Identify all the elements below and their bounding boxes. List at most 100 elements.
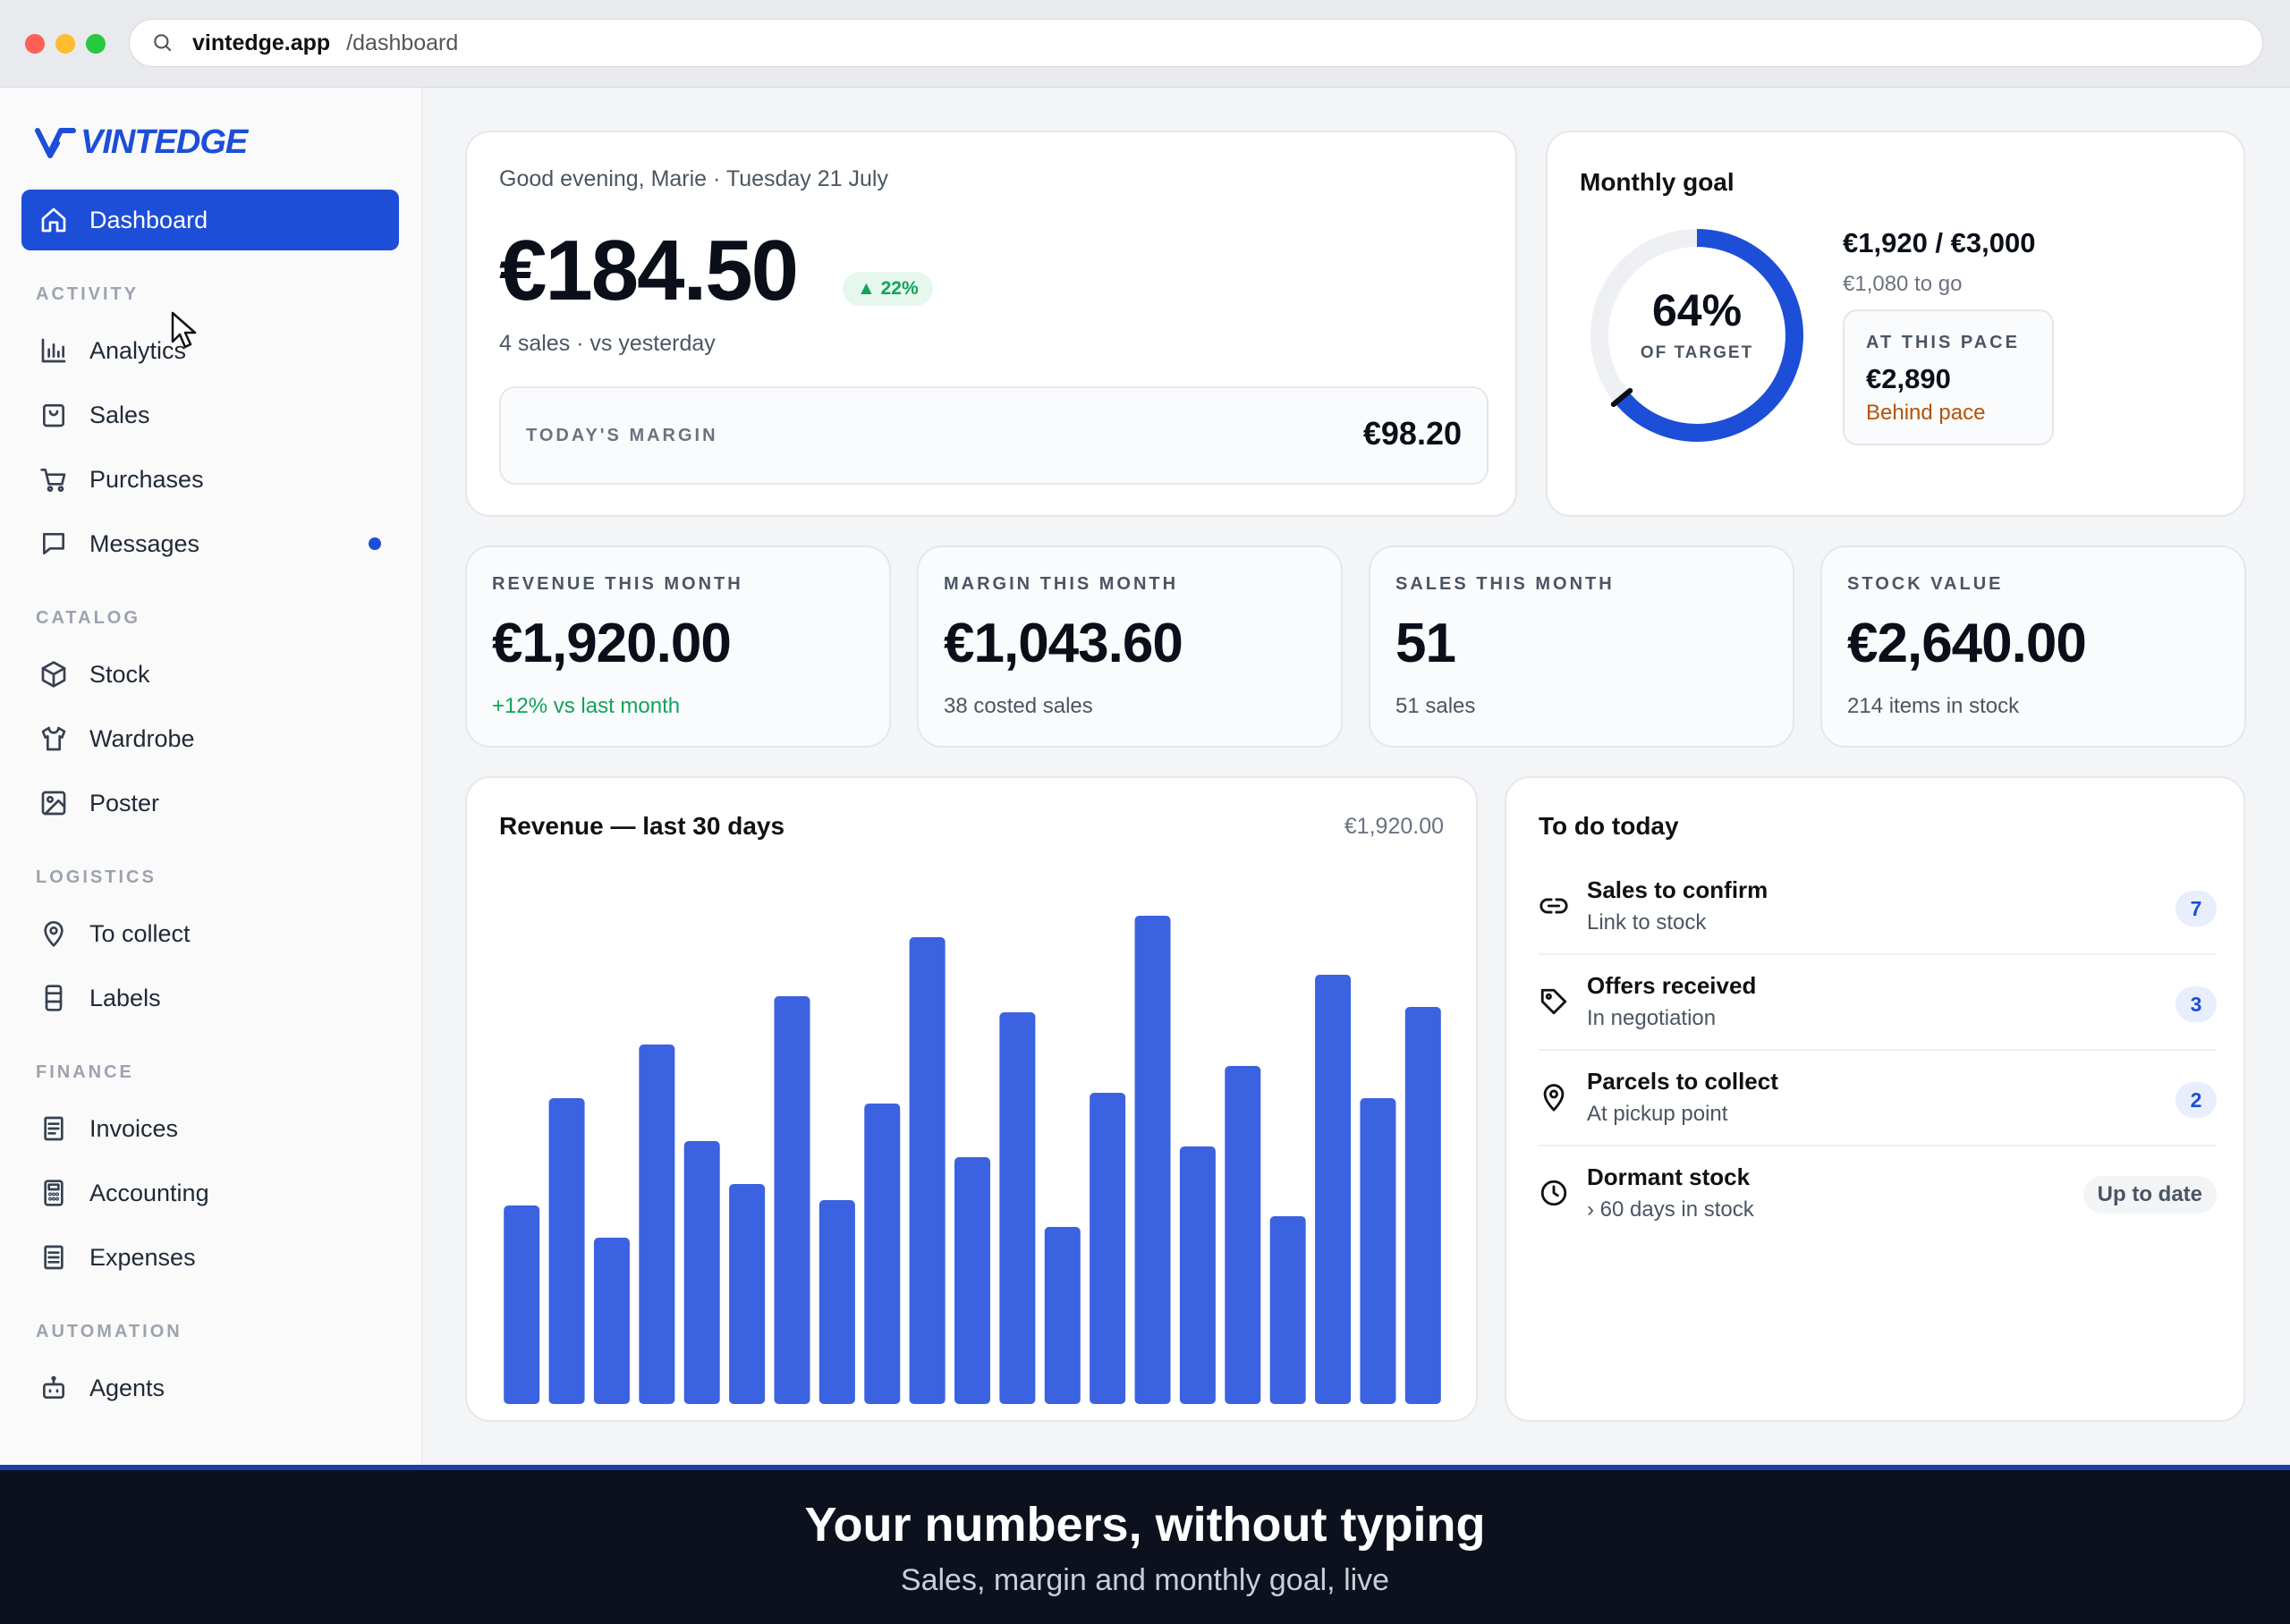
- revenue-bar-5[interactable]: [683, 1141, 720, 1404]
- todo-item-parcels-to-collect[interactable]: Parcels to collect At pickup point 2: [1539, 1052, 2217, 1146]
- today-sales-count: 4 sales · vs yesterday: [499, 331, 716, 356]
- sidebar-section-logistics: LOGISTICS: [36, 867, 157, 887]
- stat-sub: 51 sales: [1395, 694, 1476, 718]
- stat-label: SALES THIS MONTH: [1395, 574, 1615, 594]
- stat-sub: +12% vs last month: [492, 694, 681, 718]
- bar-chart-icon: [41, 338, 66, 363]
- revenue-bar-6[interactable]: [729, 1184, 766, 1404]
- todo-status-pill: Up to date: [2082, 1176, 2217, 1214]
- printer-icon: [45, 985, 63, 1011]
- revenue-bar-17[interactable]: [1225, 1066, 1261, 1404]
- url-path: /dashboard: [346, 30, 459, 55]
- sidebar-section-automation: AUTOMATION: [36, 1322, 182, 1341]
- revenue-bar-2[interactable]: [548, 1098, 585, 1404]
- revenue-bar-19[interactable]: [1315, 975, 1352, 1404]
- sidebar-item-poster[interactable]: Poster: [21, 773, 399, 833]
- todo-item-sales-to-confirm[interactable]: Sales to confirm Link to stock 7: [1539, 860, 2217, 955]
- window-close-button[interactable]: [25, 34, 45, 54]
- pace-status: Behind pace: [1866, 401, 1986, 425]
- revenue-bar-1[interactable]: [504, 1205, 540, 1404]
- todo-item-name: Offers received: [1587, 972, 1757, 999]
- sidebar-item-label: Purchases: [89, 465, 204, 493]
- mouse-pointer-icon: [171, 311, 197, 349]
- clock-icon: [1540, 1180, 1567, 1206]
- todo-card: To do today Sales to confirm Link to sto…: [1505, 776, 2245, 1422]
- robot-icon: [43, 1375, 64, 1399]
- sidebar-item-analytics[interactable]: Analytics: [21, 320, 399, 381]
- window-maximize-button[interactable]: [86, 34, 106, 54]
- revenue-bar-8[interactable]: [818, 1200, 855, 1404]
- box-icon: [41, 661, 66, 688]
- todo-count-badge: 7: [2176, 891, 2217, 926]
- today-revenue: €184.50: [499, 223, 799, 318]
- todo-title: To do today: [1539, 812, 1679, 840]
- sidebar-item-label: Poster: [89, 789, 160, 816]
- sidebar-item-wardrobe[interactable]: Wardrobe: [21, 708, 399, 769]
- sidebar-item-sales[interactable]: Sales: [21, 385, 399, 445]
- revenue-bar-7[interactable]: [774, 996, 810, 1404]
- revenue-bar-16[interactable]: [1179, 1146, 1216, 1404]
- sidebar-item-stock[interactable]: Stock: [21, 644, 399, 705]
- revenue-bar-10[interactable]: [909, 937, 946, 1404]
- revenue-bar-9[interactable]: [864, 1104, 901, 1404]
- revenue-bar-14[interactable]: [1090, 1093, 1126, 1404]
- revenue-bar-20[interactable]: [1360, 1098, 1396, 1404]
- revenue-chart-card: Revenue — last 30 days €1,920.00: [465, 776, 1478, 1422]
- revenue-bar-12[interactable]: [999, 1012, 1036, 1404]
- brand-name: VINTEDGE: [81, 123, 248, 161]
- stat-card-sales: SALES THIS MONTH 51 51 sales: [1369, 546, 1794, 748]
- today-card: Good evening, Marie · Tuesday 21 July €1…: [465, 131, 1517, 517]
- sidebar-item-dashboard[interactable]: Dashboard: [21, 190, 399, 250]
- revenue-bar-4[interactable]: [639, 1045, 675, 1404]
- image-icon: [41, 791, 66, 816]
- todo-item-name: Sales to confirm: [1587, 876, 1768, 903]
- shirt-icon: [41, 726, 66, 751]
- stat-value: €1,920.00: [492, 613, 732, 674]
- stat-label: STOCK VALUE: [1847, 574, 2004, 594]
- sidebar-item-accounting[interactable]: Accounting: [21, 1163, 399, 1223]
- revenue-bar-21[interactable]: [1404, 1007, 1441, 1404]
- home-icon: [41, 207, 66, 233]
- stat-value: €2,640.00: [1847, 613, 2087, 674]
- revenue-bar-13[interactable]: [1044, 1227, 1081, 1404]
- goal-amount: €1,920 / €3,000: [1843, 227, 2036, 258]
- stat-sub: 38 costed sales: [944, 694, 1093, 718]
- sidebar-item-to-collect[interactable]: To collect: [21, 903, 399, 964]
- sidebar-item-expenses[interactable]: Expenses: [21, 1227, 399, 1288]
- sidebar-item-label: To collect: [89, 919, 191, 947]
- sidebar-item-label: Expenses: [89, 1243, 196, 1271]
- pace-box: AT THIS PACE €2,890 Behind pace: [1843, 309, 2054, 445]
- address-bar[interactable]: vintedge.app /dashboard: [129, 19, 2263, 67]
- caption-banner: Your numbers, without typing Sales, marg…: [0, 1465, 2290, 1624]
- search-icon: [154, 34, 172, 52]
- change-badge: ▲ 22%: [843, 272, 933, 306]
- greeting-text: Good evening, Marie · Tuesday 21 July: [499, 166, 888, 191]
- sidebar-item-labels[interactable]: Labels: [21, 968, 399, 1028]
- margin-label: TODAY'S MARGIN: [526, 426, 718, 445]
- sidebar-item-invoices[interactable]: Invoices: [21, 1098, 399, 1159]
- sidebar-item-messages[interactable]: Messages: [21, 513, 399, 574]
- message-icon: [43, 533, 64, 554]
- sidebar-item-label: Messages: [89, 529, 200, 557]
- browser-chrome: vintedge.app /dashboard: [0, 0, 2290, 88]
- window-minimize-button[interactable]: [55, 34, 75, 54]
- revenue-bar-18[interactable]: [1269, 1216, 1306, 1404]
- map-pin-icon: [44, 921, 64, 947]
- revenue-bar-15[interactable]: [1134, 916, 1171, 1404]
- link-icon: [1539, 898, 1568, 914]
- tag-icon: [1540, 988, 1567, 1015]
- sidebar-item-purchases[interactable]: Purchases: [21, 449, 399, 510]
- revenue-bar-3[interactable]: [593, 1238, 630, 1404]
- todo-count-badge: 3: [2176, 986, 2217, 1022]
- sidebar-item-label: Dashboard: [89, 206, 208, 233]
- sidebar-item-agents[interactable]: Agents: [21, 1358, 399, 1418]
- todo-item-name: Dormant stock: [1587, 1163, 1751, 1190]
- todo-item-offers-received[interactable]: Offers received In negotiation 3: [1539, 956, 2217, 1051]
- todo-item-dormant-stock[interactable]: Dormant stock › 60 days in stock Up to d…: [1539, 1147, 2217, 1242]
- sidebar-item-label: Accounting: [89, 1179, 209, 1206]
- brand-logo[interactable]: VINTEDGE: [34, 123, 248, 162]
- pace-value: €2,890: [1866, 363, 1951, 394]
- revenue-bar-11[interactable]: [954, 1157, 990, 1404]
- monthly-goal-card: Monthly goal 64% OF TARGET €1,920 / €3,0…: [1546, 131, 2245, 517]
- sidebar: VINTEDGE Dashboard ACTIVITY Analytics Sa…: [0, 88, 422, 1465]
